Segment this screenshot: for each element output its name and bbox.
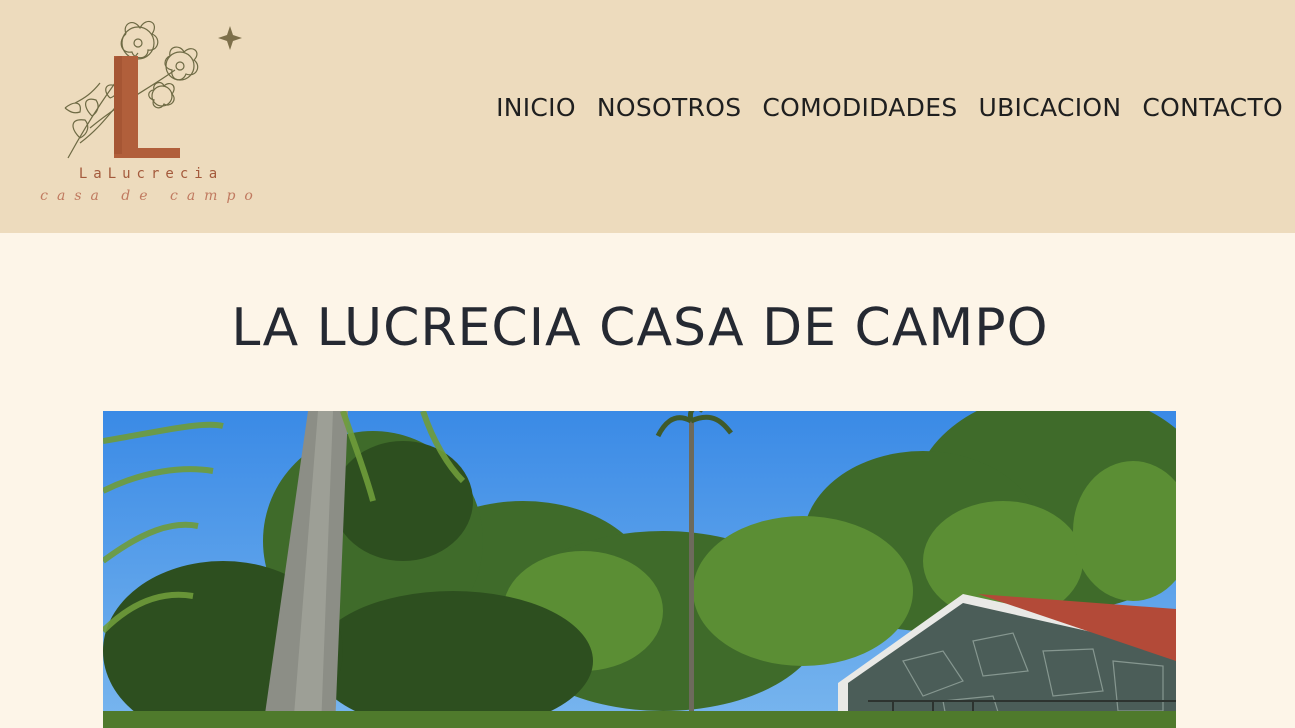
nav-item-inicio[interactable]: INICIO	[496, 93, 576, 122]
site-header: LaLucrecia casa de campo INICIO NOSOTROS…	[0, 0, 1295, 233]
nav-item-contacto[interactable]: CONTACTO	[1142, 93, 1283, 122]
logo-name: LaLucrecia	[78, 166, 224, 182]
hero-photo-garden-house	[103, 411, 1176, 728]
nav-item-nosotros[interactable]: NOSOTROS	[597, 93, 742, 122]
logo-tagline: casa de campo	[40, 188, 262, 204]
nav-item-ubicacion[interactable]: UBICACION	[979, 93, 1122, 122]
page-title: LA LUCRECIA CASA DE CAMPO	[231, 298, 1049, 358]
hero-image	[103, 411, 1176, 728]
nav-item-comodidades[interactable]: COMODIDADES	[762, 93, 957, 122]
main-nav: INICIO NOSOTROS COMODIDADES UBICACION CO…	[496, 92, 1283, 122]
site-logo[interactable]: LaLucrecia casa de campo	[30, 8, 280, 223]
